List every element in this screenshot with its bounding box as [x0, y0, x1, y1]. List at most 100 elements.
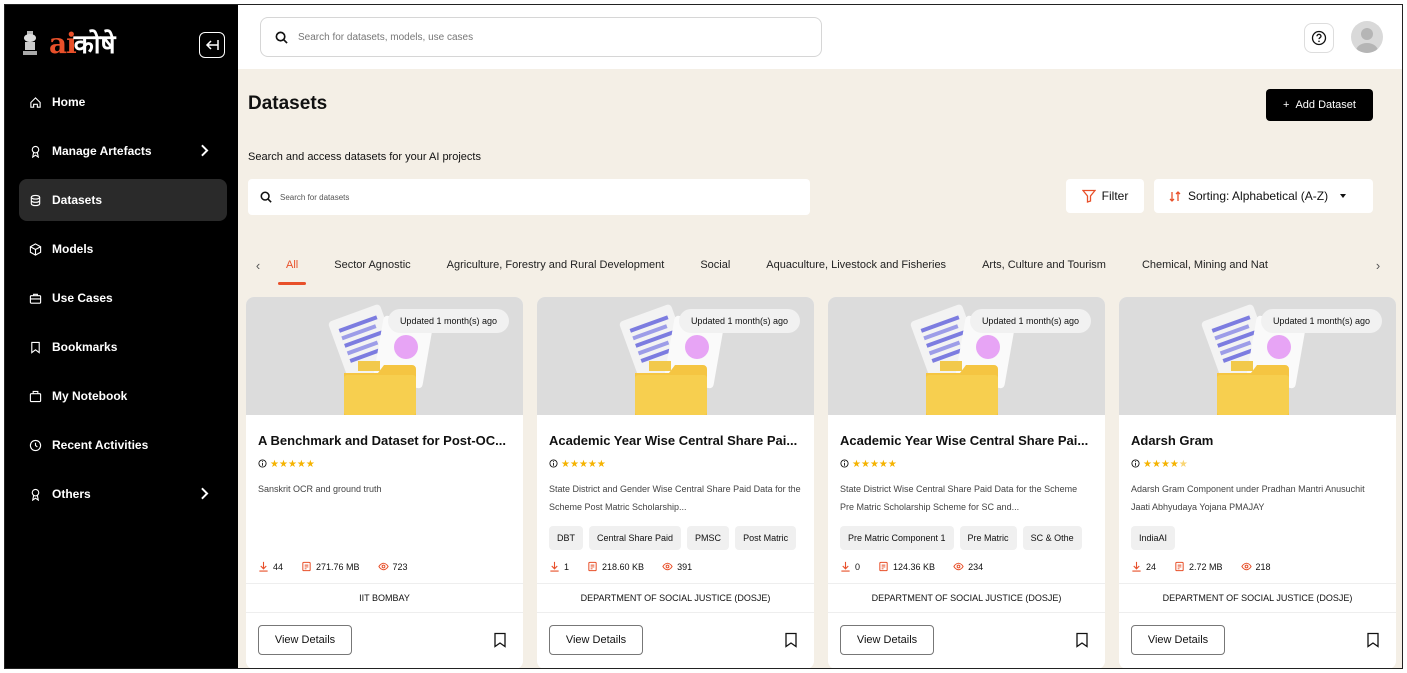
dataset-card[interactable]: Updated 1 month(s) ago Academic Year Wis… — [828, 297, 1105, 668]
star-icon: ★ — [287, 459, 297, 470]
dataset-card[interactable]: Updated 1 month(s) ago Academic Year Wis… — [537, 297, 814, 668]
sidebar-item-manage-artefacts[interactable]: Manage Artefacts — [19, 130, 227, 172]
sidebar-item-label: Recent Activities — [52, 438, 149, 452]
filter-icon — [1081, 189, 1096, 203]
sidebar-item-label: Bookmarks — [52, 340, 118, 354]
info-icon[interactable] — [549, 458, 558, 468]
star-icon: ★ — [569, 459, 579, 470]
view-details-button[interactable]: View Details — [840, 625, 934, 655]
tab-chemical-mining[interactable]: Chemical, Mining and Nat — [1124, 245, 1286, 285]
tab-all[interactable]: All — [268, 245, 316, 285]
tab-arts-culture[interactable]: Arts, Culture and Tourism — [964, 245, 1124, 285]
card-title[interactable]: Academic Year Wise Central Share Pai... — [549, 433, 802, 448]
file-size-icon — [1175, 561, 1184, 572]
add-dataset-button[interactable]: + Add Dataset — [1266, 89, 1373, 121]
tag-chip[interactable]: PMSC — [687, 526, 730, 550]
tag-chip[interactable]: Pre Matric Component 1 — [840, 526, 954, 550]
bookmark-icon[interactable] — [1366, 632, 1380, 648]
dataset-card[interactable]: Updated 1 month(s) ago Adarsh Gram ★★★★★… — [1119, 297, 1396, 668]
sidebar-item-my-notebook[interactable]: My Notebook — [19, 375, 227, 417]
card-title[interactable]: Academic Year Wise Central Share Pai... — [840, 433, 1093, 448]
bookmark-icon[interactable] — [784, 632, 798, 648]
sidebar-item-label: Manage Artefacts — [52, 144, 152, 158]
card-title[interactable]: Adarsh Gram — [1131, 433, 1384, 448]
dataset-search-input[interactable] — [280, 192, 780, 202]
add-dataset-label: Add Dataset — [1295, 99, 1356, 111]
star-icon: ★ — [305, 459, 315, 470]
bookmark-icon[interactable] — [1075, 632, 1089, 648]
sidebar-item-label: My Notebook — [52, 389, 128, 403]
help-button[interactable] — [1304, 23, 1334, 53]
sidebar-item-bookmarks[interactable]: Bookmarks — [19, 326, 227, 368]
global-search-input[interactable] — [298, 31, 778, 43]
user-avatar[interactable] — [1351, 21, 1383, 53]
view-details-button[interactable]: View Details — [549, 625, 643, 655]
view-count: 218 — [1255, 561, 1271, 572]
tag-chip[interactable]: IndiaAI — [1131, 526, 1176, 550]
tag-chip[interactable]: DBT — [549, 526, 583, 550]
brand-logo[interactable]: aiकोषे — [21, 25, 116, 61]
tabs-prev-button[interactable]: ‹ — [248, 258, 268, 273]
file-size: 271.76 MB — [316, 561, 360, 572]
view-details-button[interactable]: View Details — [1131, 625, 1225, 655]
database-icon — [30, 194, 41, 206]
briefcase-icon — [29, 293, 42, 304]
view-details-button[interactable]: View Details — [258, 625, 352, 655]
star-icon: ★ — [869, 459, 879, 470]
tag-chip[interactable]: Pre Matric — [959, 526, 1017, 550]
sidebar-item-label: Models — [52, 242, 94, 256]
star-rating: ★★★★★ — [852, 454, 897, 472]
top-bar — [238, 5, 1402, 69]
sidebar-item-label: Others — [52, 487, 91, 501]
tag-chip[interactable]: SC & Othe — [1022, 526, 1082, 550]
sidebar-item-home[interactable]: Home — [19, 81, 227, 123]
organization-name: DEPARTMENT OF SOCIAL JUSTICE (DOSJE) — [828, 583, 1105, 613]
card-illustration-area: Updated 1 month(s) ago — [828, 297, 1105, 415]
help-icon — [1311, 30, 1327, 46]
bookmark-icon[interactable] — [493, 632, 507, 648]
sidebar-item-datasets[interactable]: Datasets — [19, 179, 227, 221]
tag-list: Pre Matric Component 1 Pre Matric SC & Oth… — [840, 526, 1093, 552]
award-icon — [31, 145, 40, 158]
updated-badge: Updated 1 month(s) ago — [387, 309, 509, 333]
card-illustration-area: Updated 1 month(s) ago — [1119, 297, 1396, 415]
star-icon: ★ — [887, 459, 897, 470]
sidebar-item-models[interactable]: Models — [19, 228, 227, 270]
caret-down-icon — [1340, 194, 1347, 198]
sidebar-item-use-cases[interactable]: Use Cases — [19, 277, 227, 319]
tag-chip[interactable]: Post Matric — [735, 526, 797, 550]
card-stats: 24 2.72 MB 218 — [1131, 561, 1271, 572]
view-count: 391 — [677, 561, 693, 572]
collapse-sidebar-button[interactable] — [199, 32, 225, 58]
sidebar-item-recent-activities[interactable]: Recent Activities — [19, 424, 227, 466]
info-icon[interactable] — [258, 458, 267, 468]
tab-sector-agnostic[interactable]: Sector Agnostic — [316, 245, 428, 285]
sort-icon — [1169, 191, 1181, 202]
chevron-right-icon — [201, 487, 209, 500]
tab-aquaculture[interactable]: Aquaculture, Livestock and Fisheries — [748, 245, 964, 285]
star-icon: ★ — [860, 459, 870, 470]
sidebar-nav: Home Manage Artefacts Datasets Models Us… — [19, 81, 227, 522]
star-icon: ★ — [578, 459, 588, 470]
card-title[interactable]: A Benchmark and Dataset for Post-OC... — [258, 433, 511, 448]
global-search-box[interactable] — [260, 17, 822, 57]
rating: ★★★★★ — [258, 454, 511, 472]
logo-rest-text: कोषे — [73, 30, 116, 60]
filter-button[interactable]: Filter — [1066, 179, 1144, 213]
dataset-search-box[interactable] — [248, 179, 810, 215]
star-icon: ★ — [587, 459, 597, 470]
info-icon[interactable] — [1131, 458, 1140, 468]
download-count: 24 — [1146, 561, 1157, 572]
dataset-card[interactable]: Updated 1 month(s) ago A Benchmark and D… — [246, 297, 523, 668]
tab-social[interactable]: Social — [682, 245, 748, 285]
rating: ★★★★★ — [840, 454, 1093, 472]
star-icon: ★ — [878, 459, 888, 470]
search-icon — [260, 191, 272, 203]
card-description: State District and Gender Wise Central S… — [549, 484, 801, 512]
tabs-next-button[interactable]: › — [1368, 258, 1388, 273]
sort-dropdown[interactable]: Sorting: Alphabetical (A-Z) — [1154, 179, 1373, 213]
info-icon[interactable] — [840, 458, 849, 468]
sidebar-item-others[interactable]: Others — [19, 473, 227, 515]
tab-agriculture[interactable]: Agriculture, Forestry and Rural Developm… — [429, 245, 683, 285]
tag-chip[interactable]: Central Share Paid — [589, 526, 682, 550]
